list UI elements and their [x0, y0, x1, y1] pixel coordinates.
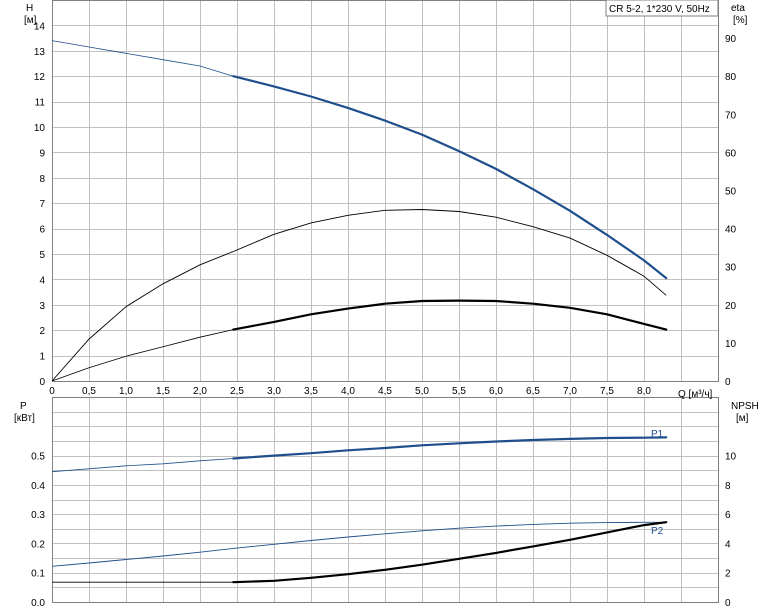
x-tick-label: 3,0	[267, 386, 281, 397]
top-y-right-label: eta	[731, 3, 745, 14]
pump-performance-chart: 0 0,5 1,0 1,5 2,0 2,5 3,0 3,5 4,0 4,5 5,0 5,5 6,0 6,5…	[14, 0, 759, 609]
top-y-left-label: H	[26, 3, 33, 14]
top-y-left-tick-label: 8	[39, 174, 45, 185]
top-y-left-tick-label: 13	[34, 47, 46, 58]
top-y-left-unit: [м]	[24, 15, 37, 26]
bottom-chart-grid	[52, 397, 719, 603]
bottom-series-0-line	[232, 436, 668, 460]
x-tick-label: 2,0	[193, 386, 207, 397]
bottom-y-right-tick-label: 4	[725, 539, 731, 550]
x-tick-label: 4,5	[378, 386, 392, 397]
x-tick-label: 7,0	[563, 386, 577, 397]
x-tick-label: 7,5	[600, 386, 614, 397]
top-y-right-tick-label: 10	[725, 339, 737, 350]
top-chart-grid	[52, 0, 719, 382]
bottom-y-right-tick-label: 2	[725, 569, 731, 580]
p1-curve-label: P1	[651, 429, 664, 440]
x-tick-label: 6,5	[526, 386, 540, 397]
x-tick-label: 1,5	[156, 386, 170, 397]
top-y-left-tick-label: 10	[34, 123, 46, 134]
top-series-2-extrapolated-line	[51, 329, 234, 382]
top-y-left-tick-label: 11	[35, 98, 46, 109]
bottom-series-0-extrapolated-line	[51, 458, 234, 473]
top-y-left-tick-label: 4	[39, 275, 45, 286]
bottom-y-left-label: P	[20, 401, 27, 412]
bottom-y-right-tick-label: 6	[725, 510, 731, 521]
x-tick-label: 4,0	[341, 386, 355, 397]
top-y-left-tick-label: 2	[39, 326, 45, 337]
x-tick-label: 3,5	[304, 386, 318, 397]
top-series-0-line	[232, 75, 668, 280]
chart-title: CR 5-2, 1*230 V, 50Hz	[609, 4, 710, 15]
bottom-y-left-tick-label: 0.1	[31, 569, 45, 580]
top-y-left-tick-label: 3	[39, 301, 45, 312]
top-y-left-tick-label: 1	[39, 352, 45, 363]
top-y-left-tick-label: 9	[39, 148, 45, 159]
x-tick-label: 0,5	[82, 386, 96, 397]
bottom-y-right-label: NPSH	[731, 401, 759, 412]
x-tick-label: 6,0	[489, 386, 503, 397]
bottom-series-1-line	[51, 521, 667, 567]
bottom-y-left-tick-label: 0.5	[31, 452, 45, 463]
top-x-label: Q [м³/ч]	[678, 389, 713, 400]
bottom-y-right-tick-label: 8	[725, 481, 731, 492]
x-tick-label: 0	[49, 386, 55, 397]
bottom-y-right-unit: [м]	[736, 413, 749, 424]
top-y-right-tick-label: 0	[725, 377, 731, 388]
top-y-right-tick-label: 80	[725, 72, 737, 83]
chart-labels: 0 0,5 1,0 1,5 2,0 2,5 3,0 3,5 4,0 4,5 5,0 5,5 6,0 6,5…	[31, 21, 736, 609]
bottom-y-left-unit: [кВт]	[14, 413, 35, 424]
bottom-y-left-tick-label: 0.4	[31, 481, 45, 492]
bottom-chart-series	[51, 436, 668, 584]
top-y-left-tick-label: 12	[34, 72, 46, 83]
bottom-y-left-tick-label: 0.3	[31, 510, 45, 521]
top-y-right-unit: [%]	[733, 15, 748, 26]
bottom-y-right-tick-label: 10	[725, 452, 737, 463]
top-y-left-tick-label: 7	[39, 199, 45, 210]
top-y-left-tick-label: 5	[39, 250, 45, 261]
x-tick-label: 5,0	[415, 386, 429, 397]
bottom-y-right-tick-label: 0	[725, 598, 731, 609]
top-y-left-tick-label: 0	[39, 377, 45, 388]
top-y-right-tick-label: 30	[725, 263, 737, 274]
top-y-left-tick-label: 6	[39, 225, 45, 236]
top-series-0-extrapolated-line	[51, 40, 234, 77]
top-y-right-tick-label: 20	[725, 301, 737, 312]
top-y-right-tick-label: 50	[725, 187, 737, 198]
top-y-right-tick-label: 40	[725, 225, 737, 236]
x-tick-label: 2,5	[230, 386, 244, 397]
x-tick-label: 8,0	[637, 386, 651, 397]
x-tick-label: 1,0	[119, 386, 133, 397]
bottom-y-left-tick-label: 0.2	[31, 539, 45, 550]
p2-curve-label: P2	[651, 526, 664, 537]
top-chart-series	[51, 40, 668, 382]
x-tick-label: 5,5	[452, 386, 466, 397]
top-series-2-line	[232, 299, 668, 331]
top-y-right-tick-label: 90	[725, 34, 737, 45]
top-series-1-line	[51, 209, 667, 382]
top-y-right-tick-label: 60	[725, 148, 737, 159]
bottom-y-left-tick-label: 0.0	[31, 598, 45, 609]
top-y-right-tick-label: 70	[725, 110, 737, 121]
